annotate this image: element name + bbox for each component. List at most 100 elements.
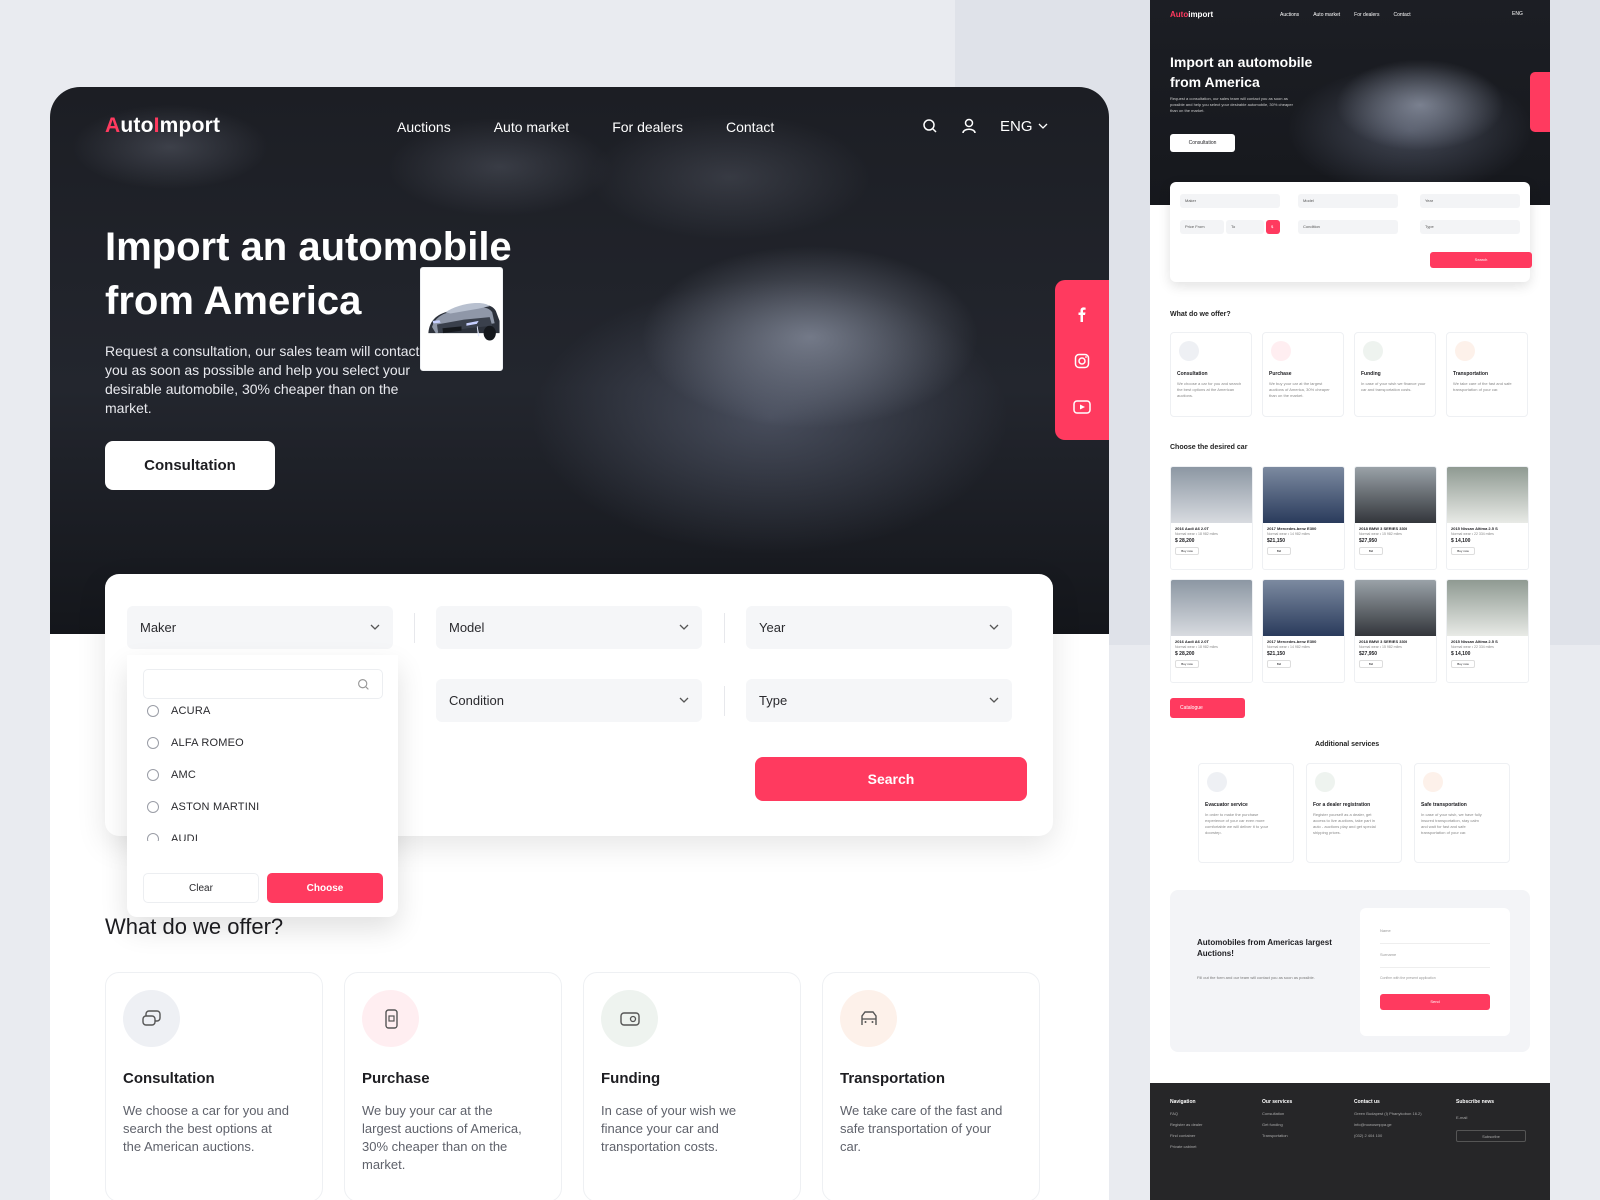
preview-nav-item: Auto market <box>1313 12 1341 18</box>
divider <box>724 613 725 643</box>
condition-select[interactable]: Condition <box>436 679 702 722</box>
preview-car-card: 2017 Mercedes-benz E300 Normal wear • 14 … <box>1262 579 1345 683</box>
user-icon[interactable] <box>960 117 978 135</box>
preview-field: Price From <box>1180 220 1224 234</box>
offer-card-desc: We choose a car for you and search the b… <box>123 1103 289 1154</box>
preview-field: Type <box>1420 220 1520 234</box>
instagram-icon[interactable] <box>1074 353 1090 369</box>
preview-consultation-button: Consultation <box>1170 134 1235 152</box>
chat-icon <box>123 990 180 1047</box>
nav-for-dealers[interactable]: For dealers <box>612 119 683 135</box>
type-select[interactable]: Type <box>746 679 1012 722</box>
preview-offer-title: What do we offer? <box>1170 311 1231 318</box>
preview-social-bar <box>1530 72 1550 132</box>
preview-field: Condition <box>1298 220 1398 234</box>
preview-field: To <box>1226 220 1264 234</box>
preview-form-panel: Name Surname Confirm with the present ap… <box>1360 908 1510 1036</box>
dropdown-search-input[interactable] <box>143 669 383 699</box>
preview-search-button: Search <box>1430 252 1532 268</box>
preview-car-card: 2016 Audi A6 2.0T Normal wear • 18 982 mi… <box>1170 466 1253 570</box>
preview-offer-card: Consultation We choose a car for you and … <box>1170 332 1252 417</box>
search-icon[interactable] <box>922 118 938 134</box>
preview-cars-title: Choose the desired car <box>1170 444 1248 451</box>
truck-icon <box>840 990 897 1047</box>
maker-option[interactable]: ACURA <box>147 705 211 717</box>
preview-contact-form: Automobiles from Americas largest Auctio… <box>1170 890 1530 1052</box>
preview-field: Year <box>1420 194 1520 208</box>
chevron-down-icon <box>989 624 999 630</box>
preview-service-card: Evacuator service In order to make the pu… <box>1198 763 1294 863</box>
radio-button[interactable] <box>147 737 159 749</box>
preview-nav-item: For dealers <box>1354 12 1380 18</box>
consultation-button[interactable]: Consultation <box>105 441 275 490</box>
divider <box>414 613 415 643</box>
clear-button[interactable]: Clear <box>143 873 259 903</box>
maker-option[interactable]: ASTON MARTINI <box>147 801 259 813</box>
preview-hero: Autoimport Auctions Auto market For deal… <box>1150 0 1550 205</box>
search-button[interactable]: Search <box>755 757 1027 801</box>
preview-field: Model <box>1298 194 1398 208</box>
preview-car-card: 2015 Nissan Altima 2.5 S Normal wear • 22… <box>1446 466 1529 570</box>
hero-description: Request a consultation, our sales team w… <box>105 343 420 416</box>
preview-catalogue-button: Catalogue <box>1170 698 1245 718</box>
youtube-icon[interactable] <box>1073 400 1091 415</box>
hero-section: AutoImport Auctions Auto market For deal… <box>50 87 1109 634</box>
radio-button[interactable] <box>147 705 159 717</box>
maker-dropdown: ACURA ALFA ROMEO AMC ASTON MARTINI AUDI … <box>127 655 398 917</box>
offer-card-transportation: Transportation We take care of the fast … <box>822 972 1040 1200</box>
nav-auto-market[interactable]: Auto market <box>494 119 569 135</box>
search-icon <box>358 678 369 690</box>
offer-card-desc: We buy your car at the largest auctions … <box>362 1103 522 1172</box>
preview-car-card: 2018 BMW 3 SERIES 330I Normal wear • 15 9… <box>1354 579 1437 683</box>
main-nav: Auctions Auto market For dealers Contact <box>397 119 774 135</box>
preview-nav-item: Auctions <box>1280 12 1300 18</box>
preview-lang: ENG <box>1512 11 1523 17</box>
language-selector[interactable]: ENG <box>1000 118 1048 135</box>
hero-title: Import an automobile from America <box>105 225 512 323</box>
preview-additional-title: Additional services <box>1315 741 1380 748</box>
offer-card-desc: We take care of the fast and safe transp… <box>840 1103 1003 1154</box>
preview-car-card: 2015 Nissan Altima 2.5 S Normal wear • 22… <box>1446 579 1529 683</box>
page-preview: Autoimport Auctions Auto market For deal… <box>1150 0 1550 1200</box>
chevron-down-icon <box>679 624 689 630</box>
radio-button[interactable] <box>147 801 159 813</box>
offer-card-title: Funding <box>601 1070 661 1087</box>
offer-card-purchase: Purchase We buy your car at the largest … <box>344 972 562 1200</box>
preview-form-title: Automobiles from Americas largest Auctio… <box>1197 938 1332 958</box>
preview-title: Import an automobile from America <box>1170 54 1313 90</box>
radio-button[interactable] <box>147 769 159 781</box>
money-icon <box>601 990 658 1047</box>
preview-form-desc: Fill out the form and our team will cont… <box>1197 975 1315 980</box>
chevron-down-icon <box>679 697 689 703</box>
nav-auctions[interactable]: Auctions <box>397 119 451 135</box>
preview-offer-card: Transportation We take care of the fast a… <box>1446 332 1528 417</box>
offer-card-title: Transportation <box>840 1070 946 1087</box>
preview-desc: Request a consultation, our sales team w… <box>1170 96 1293 113</box>
year-select[interactable]: Year <box>746 606 1012 649</box>
chevron-down-icon <box>1038 123 1047 129</box>
preview-offer-card: Funding In case of your wish we finance y… <box>1354 332 1436 417</box>
preview-car-card: 2018 BMW 3 SERIES 330I Normal wear • 15 9… <box>1354 466 1437 570</box>
header-actions: ENG <box>922 117 1048 135</box>
facebook-icon[interactable] <box>1074 306 1090 322</box>
logo[interactable]: AutoImport <box>105 114 220 138</box>
preview-field: Maker <box>1180 194 1280 208</box>
radio-button[interactable] <box>147 833 159 841</box>
offer-card-funding: Funding In case of your wish we finance … <box>583 972 801 1200</box>
offer-card-desc: In case of your wish we finance your car… <box>601 1103 737 1154</box>
maker-option[interactable]: ALFA ROMEO <box>147 737 244 749</box>
social-bar <box>1055 280 1109 440</box>
offer-card-consultation: Consultation We choose a car for you and… <box>105 972 323 1200</box>
preview-offer-card: Purchase We buy your car at the largest a… <box>1262 332 1344 417</box>
choose-button[interactable]: Choose <box>267 873 383 903</box>
nav-contact[interactable]: Contact <box>726 119 774 135</box>
maker-select[interactable]: Maker <box>127 606 393 649</box>
maker-option[interactable]: AMC <box>147 769 196 781</box>
preview-service-card: Safe transportation In case of your wish,… <box>1414 763 1510 863</box>
model-select[interactable]: Model <box>436 606 702 649</box>
maker-option[interactable]: AUDI <box>147 833 198 841</box>
preview-logo: Autoimport <box>1170 10 1214 19</box>
preview-car-card: 2016 Audi A6 2.0T Normal wear • 18 982 mi… <box>1170 579 1253 683</box>
chevron-down-icon <box>989 697 999 703</box>
divider <box>724 686 725 716</box>
